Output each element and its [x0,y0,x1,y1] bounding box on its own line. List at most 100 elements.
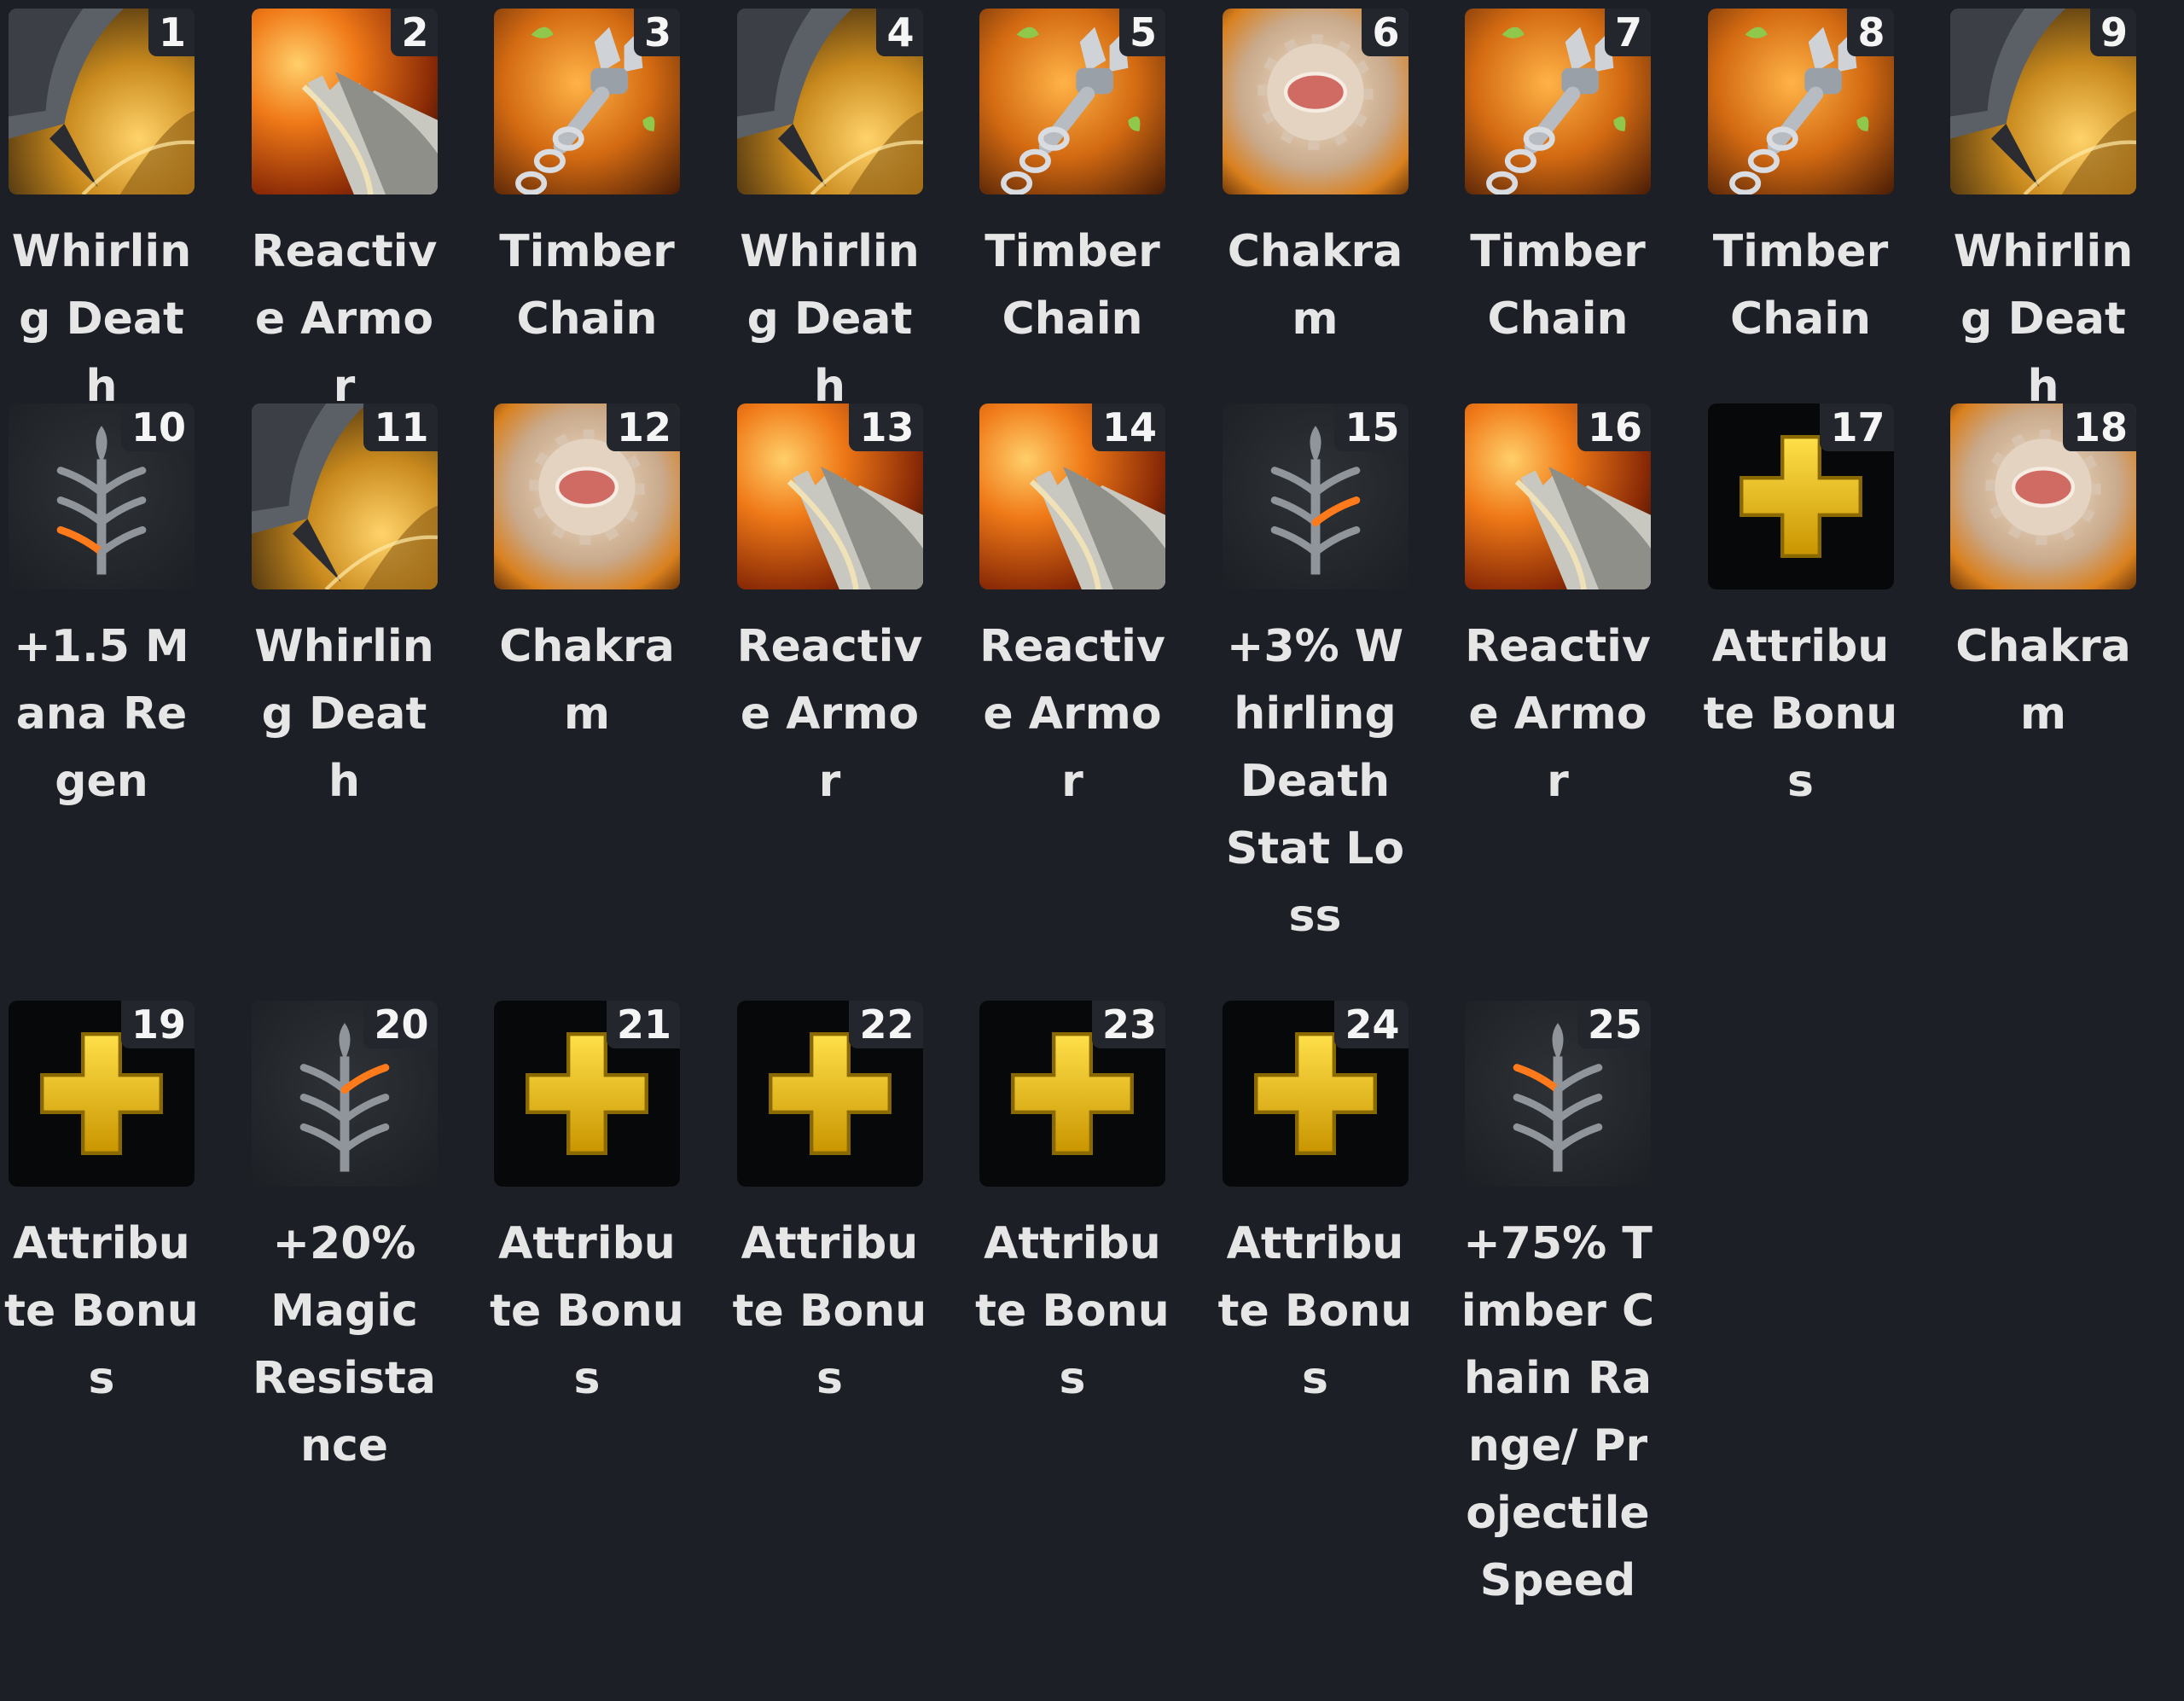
skill-name-timber-chain: Timber Chain [499,226,675,345]
level-badge: 5 [1118,9,1165,56]
level-badge: 11 [363,403,438,451]
level-badge: 1 [148,9,195,56]
skill-level-16: 16 Reactive Armor [1465,403,1651,950]
skill-name-timber-chain: Timber Chain [1712,226,1889,345]
skill-name-attribute-bonus: Attribute Bonus [975,1218,1170,1404]
level-badge: 18 [2062,403,2136,451]
whirling-death-icon: 4 [736,9,923,194]
skill-name-whirling-death: Whirling Death [11,226,192,412]
skill-name-timber-chain: Timber Chain [985,226,1160,345]
level-badge: 2 [391,9,438,56]
level-badge: 14 [1091,403,1165,451]
skill-level-9: 9 Whirling Death [1950,9,2136,421]
skill-level-10: 10 +1.5 Mana Regen [9,403,195,950]
skill-name-reactive-armor: Reactive Armor [736,621,923,807]
skill-row-1: 1 Whirling Death 2 Reactive Armor 3 Timber Ch… [9,9,2136,421]
level-badge: 17 [1820,403,1894,451]
level-badge: 19 [120,1001,195,1048]
level-badge: 10 [120,403,195,451]
skill-level-2: 2 Reactive Armor [251,9,438,421]
attribute-plus-icon: 23 [979,1001,1165,1187]
reactive-armor-icon: 13 [736,403,923,589]
skill-level-19: 19 Attribute Bonus [4,1001,199,1615]
timber-chain-icon: 7 [1465,9,1651,194]
skill-level-14: 14 Reactive Armor [979,403,1165,950]
skill-row-3: 19 Attribute Bonus 20 +20% Magic Resistance… [4,1001,2136,1615]
skill-name-1-5-mana-regen: +1.5 Mana Regen [14,621,189,807]
level-badge: 22 [849,1001,923,1048]
skill-name-attribute-bonus: Attribute Bonus [1703,621,1898,807]
skill-level-1: 1 Whirling Death [9,9,195,421]
skill-name-20-magic-resistance: +20% Magic Resistance [253,1218,436,1472]
skill-name-reactive-armor: Reactive Armor [251,226,438,412]
skill-name-chakram: Chakram [1227,226,1403,345]
skill-name-attribute-bonus: Attribute Bonus [490,1218,684,1404]
timber-chain-icon: 8 [1707,9,1894,194]
skill-name-timber-chain: Timber Chain [1470,226,1646,345]
skill-level-13: 13 Reactive Armor [736,403,923,950]
talent-tree-icon: 10 [9,403,195,589]
attribute-plus-icon: 21 [494,1001,680,1187]
level-badge: 3 [633,9,680,56]
skill-level-12: 12 Chakram [494,403,680,950]
skill-level-15: 15 +3% Whirling Death Stat Loss [1222,403,1409,950]
level-badge: 12 [606,403,680,451]
level-badge: 7 [1604,9,1651,56]
skill-row-2: 10 +1.5 Mana Regen 11 Whirling Death 12 Chakr… [9,403,2136,950]
skill-level-17: 17 Attribute Bonus [1704,403,1897,950]
talent-tree-icon: 20 [251,1001,438,1187]
skill-level-18: 18 Chakram [1950,403,2136,950]
skill-name-chakram: Chakram [499,621,675,740]
skill-level-3: 3 Timber Chain [494,9,680,421]
whirling-death-icon: 1 [9,9,195,194]
level-badge: 21 [606,1001,680,1048]
skill-name-3-whirling-death-stat-loss: +3% Whirling Death Stat Loss [1225,621,1405,942]
skill-level-6: 6 Chakram [1222,9,1409,421]
skill-name-attribute-bonus: Attribute Bonus [1217,1218,1413,1404]
whirling-death-icon: 11 [251,403,438,589]
level-badge: 15 [1334,403,1409,451]
skill-level-20: 20 +20% Magic Resistance [251,1001,438,1615]
reactive-armor-icon: 2 [251,9,438,194]
level-badge: 9 [2089,9,2136,56]
skill-name-chakram: Chakram [1955,621,2131,740]
timber-chain-icon: 3 [494,9,680,194]
level-badge: 4 [876,9,923,56]
skill-name-75-timber-chain-range-projectile-speed: +75% Timber Chain Range/ Projectile Spee… [1461,1218,1655,1606]
skill-name-reactive-armor: Reactive Armor [979,621,1165,807]
skill-level-8: 8 Timber Chain [1707,9,1894,421]
skill-level-4: 4 Whirling Death [736,9,923,421]
reactive-armor-icon: 16 [1465,403,1651,589]
skill-level-22: 22 Attribute Bonus [733,1001,926,1615]
skill-level-7: 7 Timber Chain [1465,9,1651,421]
chakram-icon: 12 [494,403,680,589]
attribute-plus-icon: 22 [736,1001,923,1187]
level-badge: 24 [1334,1001,1409,1048]
skill-level-24: 24 Attribute Bonus [1218,1001,1412,1615]
attribute-plus-icon: 19 [9,1001,195,1187]
skill-name-attribute-bonus: Attribute Bonus [732,1218,927,1404]
chakram-icon: 18 [1950,403,2136,589]
skill-level-21: 21 Attribute Bonus [490,1001,684,1615]
timber-chain-icon: 5 [979,9,1165,194]
talent-tree-icon: 15 [1222,403,1409,589]
talent-tree-icon: 25 [1465,1001,1651,1187]
chakram-icon: 6 [1222,9,1409,194]
skill-level-5: 5 Timber Chain [979,9,1165,421]
reactive-armor-icon: 14 [979,403,1165,589]
skill-level-11: 11 Whirling Death [251,403,438,950]
level-badge: 20 [363,1001,438,1048]
level-badge: 23 [1091,1001,1165,1048]
whirling-death-icon: 9 [1950,9,2136,194]
skill-level-25: 25 +75% Timber Chain Range/ Projectile Sp… [1461,1001,1654,1615]
level-badge: 16 [1577,403,1651,451]
skill-level-23: 23 Attribute Bonus [975,1001,1170,1615]
level-badge: 8 [1847,9,1894,56]
level-badge: 25 [1577,1001,1651,1048]
attribute-plus-icon: 17 [1707,403,1894,589]
skill-name-whirling-death: Whirling Death [740,226,920,412]
skill-name-attribute-bonus: Attribute Bonus [4,1218,199,1404]
skill-name-whirling-death: Whirling Death [1953,226,2134,412]
attribute-plus-icon: 24 [1222,1001,1409,1187]
level-badge: 6 [1362,9,1409,56]
